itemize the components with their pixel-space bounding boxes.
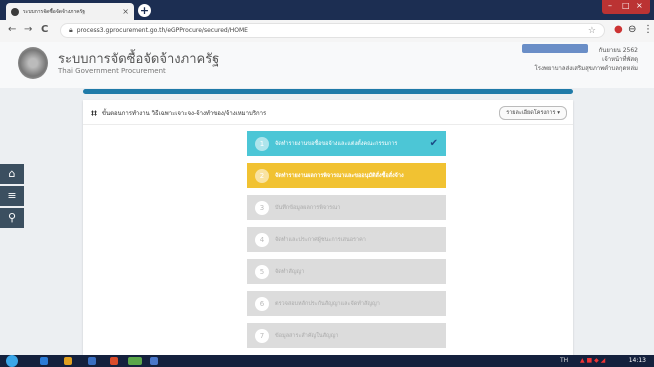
user-org: โรงพยาบาลส่งเสริมสุขภาพตำบลกุดหล่ม (534, 65, 638, 72)
os-taskbar: TH ▲ ■ ◆ ◢ 14:13 (0, 355, 654, 367)
back-icon[interactable]: ← (8, 24, 16, 35)
explorer-app-icon[interactable] (64, 357, 72, 365)
search-icon[interactable]: ⚲ (0, 208, 24, 228)
step-label: จัดทำรายงานขอซื้อขอจ้างและแต่งตั้งคณะกรร… (275, 140, 398, 147)
government-logo (18, 47, 48, 79)
ie-app-icon[interactable] (40, 357, 48, 365)
forward-icon[interactable]: → (24, 24, 32, 35)
profile-icon[interactable]: ⊖ (628, 24, 636, 35)
step-label: ข้อมูลสาระสำคัญในสัญญา (275, 332, 339, 339)
address-bar[interactable]: 🔒︎ process3.gprocurement.go.th/eGPProcur… (60, 23, 605, 38)
workflow-title: ขั้นตอนการทำงาน วิธีเฉพาะเจาะจง-จ้างทำขอ… (101, 110, 267, 117)
start-button-icon[interactable] (6, 355, 18, 367)
step-number: 7 (255, 328, 269, 343)
step-number: 6 (255, 296, 269, 311)
maximize-icon[interactable]: □ (622, 1, 630, 10)
step-number: 5 (255, 264, 269, 279)
site-header: ระบบการจัดซื้อจัดจ้างภาครัฐ Thai Governm… (0, 42, 654, 88)
step-label: จัดทำและประกาศผู้ชนะการเสนอราคา (275, 236, 366, 243)
user-date: กันยายน 2562 (598, 47, 638, 54)
url-text[interactable]: process3.gprocurement.go.th/eGPProcure/s… (77, 27, 588, 34)
project-details-dropdown[interactable]: รายละเอียดโครงการ ▾ (499, 106, 567, 120)
bookmark-star-icon[interactable]: ☆ (588, 26, 596, 36)
workflow-step-3: 3 บันทึกข้อมูลผลการพิจารณา (247, 195, 446, 220)
minimize-icon[interactable]: – (608, 1, 612, 10)
media-app-icon[interactable] (110, 357, 118, 365)
check-icon: ✔ (429, 138, 438, 149)
browser-tab-bar: ระบบการจัดซื้อจัดจ้างภาครัฐ × + – □ × (0, 0, 654, 20)
workflow-header: ‡‡ ขั้นตอนการทำงาน วิธีเฉพาะเจาะจง-จ้างท… (91, 108, 266, 118)
lock-icon: 🔒︎ (69, 26, 73, 34)
header-accent-bar (83, 89, 573, 94)
site-favicon-icon (11, 7, 19, 16)
workflow-step-1[interactable]: 1 จัดทำรายงานขอซื้อขอจ้างและแต่งตั้งคณะก… (247, 131, 446, 156)
extension-icon[interactable]: ● (614, 24, 623, 35)
app-icon[interactable] (88, 357, 96, 365)
tab-title: ระบบการจัดซื้อจัดจ้างภาครัฐ (23, 8, 86, 15)
step-label: จัดทำสัญญา (275, 268, 305, 275)
sliders-icon: ‡‡ (91, 110, 97, 117)
workflow-step-6: 6 ตรวจสอบหลักประกันสัญญาและจัดทำสัญญา (247, 291, 446, 316)
reload-icon[interactable]: C (41, 24, 48, 35)
step-label: บันทึกข้อมูลผลการพิจารณา (275, 204, 341, 211)
workflow-step-5: 5 จัดทำสัญญา (247, 259, 446, 284)
word-app-icon[interactable] (150, 357, 158, 365)
browser-tab[interactable]: ระบบการจัดซื้อจัดจ้างภาครัฐ × (6, 3, 134, 20)
step-number: 1 (255, 136, 269, 151)
new-tab-button[interactable]: + (138, 4, 151, 17)
workflow-step-7: 7 ข้อมูลสาระสำคัญในสัญญา (247, 323, 446, 348)
site-title: ระบบการจัดซื้อจัดจ้างภาครัฐ (58, 52, 220, 67)
workflow-card: ‡‡ ขั้นตอนการทำงาน วิธีเฉพาะเจาะจง-จ้างท… (83, 100, 573, 355)
step-label: จัดทำรายงานผลการพิจารณาและขออนุมัติสั่งซ… (275, 172, 404, 179)
browser-toolbar: ← → C 🔒︎ process3.gprocurement.go.th/eGP… (0, 20, 654, 43)
menu-icon[interactable]: ≡ (0, 186, 24, 206)
site-subtitle: Thai Government Procurement (58, 67, 166, 75)
step-number: 2 (255, 168, 269, 183)
chrome-app-icon[interactable] (128, 357, 142, 365)
language-indicator[interactable]: TH (560, 357, 568, 364)
user-role: เจ้าหน้าที่พัสดุ (602, 56, 638, 63)
close-tab-icon[interactable]: × (122, 7, 129, 16)
step-number: 4 (255, 232, 269, 247)
step-number: 3 (255, 200, 269, 215)
close-window-icon[interactable]: × (636, 1, 643, 10)
home-icon[interactable]: ⌂ (0, 164, 24, 184)
divider (83, 124, 573, 125)
tray-icons[interactable]: ▲ ■ ◆ ◢ (580, 357, 605, 364)
browser-menu-icon[interactable]: ⋮ (643, 24, 653, 35)
user-info[interactable]: กันยายน 2562 เจ้าหน้าที่พัสดุ โรงพยาบาลส… (535, 46, 638, 73)
workflow-step-2[interactable]: 2 จัดทำรายงานผลการพิจารณาและขออนุมัติสั่… (247, 163, 446, 188)
window-controls: – □ × (602, 0, 650, 14)
step-label: ตรวจสอบหลักประกันสัญญาและจัดทำสัญญา (275, 300, 380, 307)
workflow-step-4: 4 จัดทำและประกาศผู้ชนะการเสนอราคา (247, 227, 446, 252)
system-clock[interactable]: 14:13 (629, 357, 646, 364)
